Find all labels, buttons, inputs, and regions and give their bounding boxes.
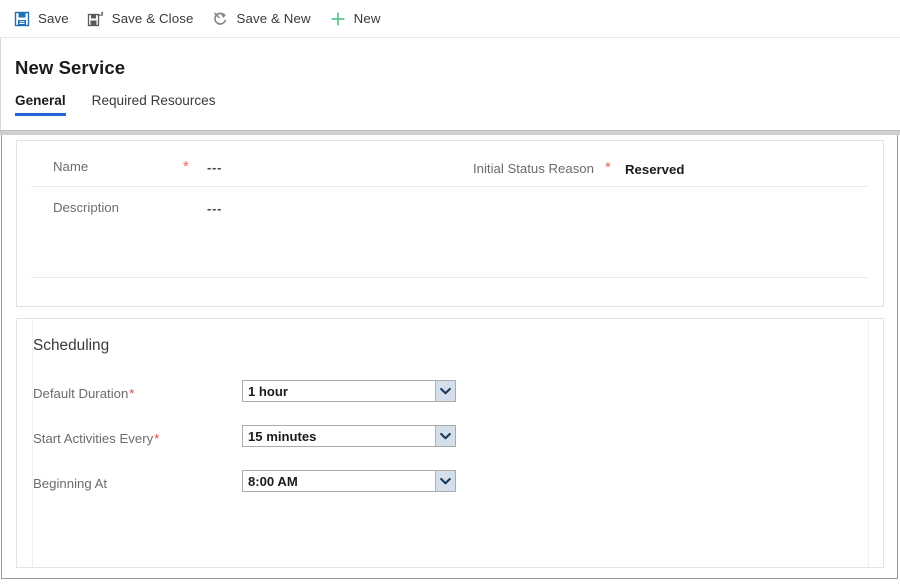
chevron-down-icon[interactable] — [435, 426, 455, 446]
default-duration-label: Default Duration* — [33, 386, 134, 401]
save-disk-icon — [13, 10, 31, 28]
name-field-value[interactable]: --- — [207, 160, 222, 175]
name-required-marker: * — [183, 158, 189, 175]
save-button-label: Save — [38, 11, 69, 26]
save-and-close-icon — [87, 10, 105, 28]
default-duration-required-marker: * — [129, 386, 135, 401]
save-button[interactable]: Save — [8, 4, 78, 34]
beginning-at-value: 8:00 AM — [248, 473, 298, 489]
page-title: New Service — [15, 57, 126, 78]
chevron-down-icon[interactable] — [435, 381, 455, 401]
scheduling-field-row: Beginning At 8:00 AM — [17, 470, 883, 500]
description-field-label: Description — [53, 200, 119, 215]
default-duration-label-text: Default Duration — [33, 386, 129, 401]
tab-general[interactable]: General — [15, 93, 66, 116]
scheduling-section-title: Scheduling — [33, 337, 110, 354]
plus-icon — [329, 10, 347, 28]
field-row: Description --- — [17, 186, 883, 227]
description-field-value[interactable]: --- — [207, 201, 222, 216]
beginning-at-label-text: Beginning At — [33, 476, 108, 491]
start-activities-every-label-text: Start Activities Every — [33, 431, 154, 446]
scheduling-field-row: Start Activities Every* 15 minutes — [17, 425, 883, 455]
form-body: Name * --- Initial Status Reason * Reser… — [1, 135, 898, 579]
name-field-label: Name — [53, 159, 89, 174]
tab-required-resources[interactable]: Required Resources — [92, 93, 216, 116]
chevron-down-icon[interactable] — [435, 471, 455, 491]
new-button-label: New — [353, 11, 381, 26]
start-activities-every-required-marker: * — [154, 431, 160, 446]
tab-general-label: General — [15, 93, 66, 108]
default-duration-dropdown[interactable]: 1 hour — [242, 380, 456, 402]
initial-status-reason-value[interactable]: Reserved — [625, 162, 684, 177]
general-fields-panel: Name * --- Initial Status Reason * Reser… — [16, 140, 884, 307]
scheduling-panel: Scheduling Default Duration* 1 hour Star… — [16, 318, 884, 568]
new-button[interactable]: New — [324, 4, 390, 34]
service-form-window: Save Save & Close Save & New New New Ser… — [0, 0, 900, 584]
scheduling-field-row: Default Duration* 1 hour — [17, 380, 883, 410]
tab-required-resources-label: Required Resources — [91, 93, 216, 108]
save-and-new-icon — [211, 10, 229, 28]
start-activities-every-label: Start Activities Every* — [33, 431, 159, 446]
initial-status-reason-label: Initial Status Reason — [473, 161, 594, 176]
save-and-close-button-label: Save & Close — [111, 11, 194, 26]
tab-strip: General Required Resources — [15, 93, 242, 116]
save-and-close-button[interactable]: Save & Close — [82, 4, 203, 34]
form-header: New Service General Required Resources — [0, 38, 900, 133]
start-activities-every-value: 15 minutes — [248, 428, 317, 444]
save-and-new-button[interactable]: Save & New — [206, 4, 319, 34]
beginning-at-label: Beginning At — [33, 476, 107, 491]
field-row: Name * --- Initial Status Reason * Reser… — [17, 145, 883, 186]
save-and-new-button-label: Save & New — [236, 11, 311, 26]
beginning-at-dropdown[interactable]: 8:00 AM — [242, 470, 456, 492]
start-activities-every-dropdown[interactable]: 15 minutes — [242, 425, 456, 447]
initial-status-reason-required-marker: * — [605, 159, 611, 176]
default-duration-value: 1 hour — [248, 383, 289, 399]
command-bar: Save Save & Close Save & New New — [0, 0, 900, 38]
field-divider — [31, 277, 869, 278]
